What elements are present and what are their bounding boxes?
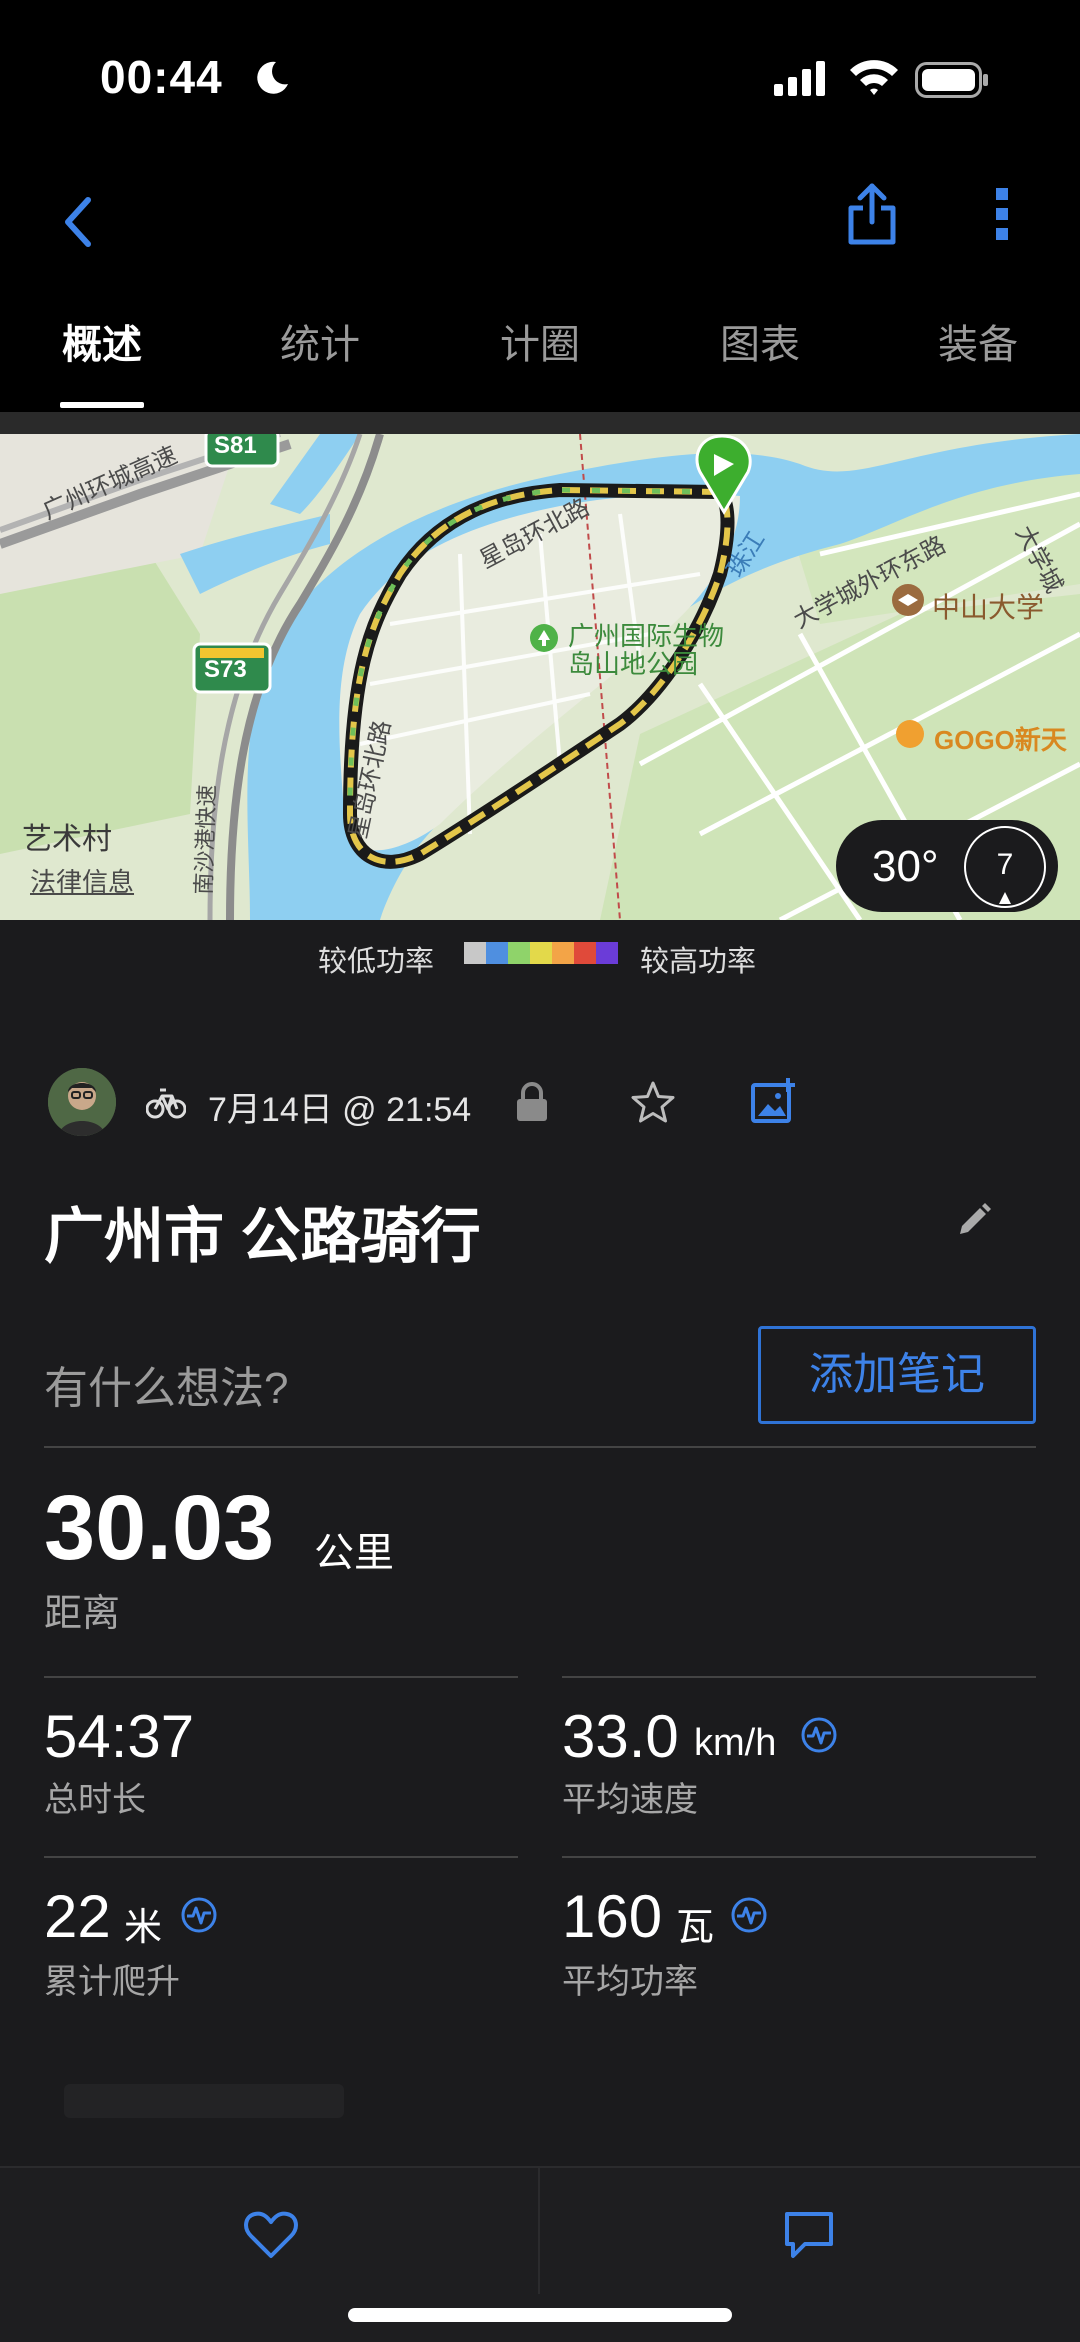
add-note-button[interactable]: 添加笔记 (758, 1326, 1036, 1424)
divider (562, 1676, 1036, 1678)
ascent-label: 累计爬升 (44, 1963, 180, 2001)
avg-speed-value: 33.0 (562, 1703, 679, 1770)
more-options-button[interactable] (980, 174, 1024, 254)
active-tab-indicator (60, 402, 144, 408)
legend-color-bar (464, 942, 618, 964)
legend-high-label: 较高功率 (640, 946, 757, 978)
battery-icon (915, 62, 991, 103)
avg-power-unit: 瓦 (676, 1907, 715, 1949)
status-time: 00:44 (100, 51, 223, 103)
map-label-park-line2: 岛山地公园 (568, 649, 699, 679)
weather-compass-badge[interactable]: 30° 7 (836, 820, 1058, 912)
map-shield-s81: S81 (214, 434, 257, 459)
like-button[interactable] (236, 2200, 306, 2270)
duration-value: 54:37 (44, 1703, 195, 1770)
ascent-unit: 米 (124, 1907, 163, 1949)
cellular-signal-icon (772, 60, 828, 101)
tab-overview[interactable]: 概述 (60, 312, 144, 392)
comment-button[interactable] (774, 2200, 844, 2270)
wifi-icon (848, 58, 900, 101)
divider (44, 1676, 518, 1678)
nav-bar (0, 160, 1080, 290)
route-map[interactable]: S81 S73 广州环城高速 南沙港快速 星岛环北路 星岛环北路 珠江 广州国际… (0, 434, 1080, 920)
back-button[interactable] (48, 182, 108, 262)
distance-unit: 公里 (314, 1531, 394, 1575)
compass-icon: 7 (964, 826, 1046, 908)
faded-section-placeholder (64, 2084, 344, 2118)
legend-low-label: 较低功率 (318, 946, 435, 978)
bike-icon (145, 1084, 187, 1125)
heart-icon (244, 2211, 298, 2258)
divider (562, 1856, 1036, 1858)
tab-stats[interactable]: 统计 (278, 312, 362, 392)
map-label-arts-village: 艺术村 (22, 823, 112, 856)
distance-value: 30.03 (44, 1477, 275, 1579)
pulse-icon[interactable] (800, 1716, 838, 1759)
activity-title: 广州市 公路骑行 (44, 1203, 481, 1270)
map-label-nansha: 南沙港快速 (190, 784, 220, 896)
legal-info-link[interactable]: 法律信息 (30, 862, 134, 899)
divider (44, 1856, 518, 1858)
temperature-value: 30° (872, 842, 939, 891)
back-chevron-icon (65, 197, 91, 247)
share-icon (848, 183, 896, 245)
tab-divider (0, 412, 1080, 434)
avg-speed-label: 平均速度 (562, 1781, 698, 1819)
duration-label: 总时长 (44, 1781, 146, 1819)
power-legend: 较低功率 较高功率 (0, 920, 1080, 990)
bottom-separator (538, 2168, 540, 2294)
avg-speed-unit: km/h (694, 1722, 777, 1764)
moon-icon (252, 58, 292, 103)
map-shield-s73: S73 (204, 656, 247, 683)
lock-icon[interactable] (514, 1082, 550, 1127)
star-icon[interactable] (630, 1080, 676, 1129)
tab-gear[interactable]: 装备 (936, 312, 1020, 392)
bottom-action-bar (0, 2166, 1080, 2342)
pulse-icon[interactable] (180, 1896, 218, 1939)
status-bar: 00:44 (0, 0, 1080, 160)
activity-date: 7月14日 @ 21:54 (208, 1091, 472, 1129)
avg-power-value: 160 (562, 1883, 663, 1950)
comment-icon (785, 2212, 833, 2258)
add-photo-icon[interactable] (750, 1076, 798, 1131)
tab-charts[interactable]: 图表 (718, 312, 802, 392)
avg-power-label: 平均功率 (562, 1963, 698, 2001)
map-label-sysu: 中山大学 (932, 592, 1045, 623)
share-button[interactable] (842, 174, 902, 254)
distance-label: 距离 (44, 1593, 121, 1635)
edit-pencil-icon[interactable] (954, 1200, 994, 1245)
notes-prompt[interactable]: 有什么想法? (44, 1352, 288, 1416)
more-vertical-icon (996, 188, 1008, 240)
map-label-gogo: GOGO新天 (934, 725, 1067, 755)
tab-bar: 概述 统计 计圈 图表 装备 (0, 290, 1080, 412)
home-indicator (348, 2308, 732, 2322)
ascent-value: 22 (44, 1883, 111, 1950)
tab-laps[interactable]: 计圈 (498, 312, 582, 392)
divider (44, 1446, 1036, 1448)
avatar[interactable] (48, 1068, 116, 1136)
pulse-icon[interactable] (730, 1896, 768, 1939)
